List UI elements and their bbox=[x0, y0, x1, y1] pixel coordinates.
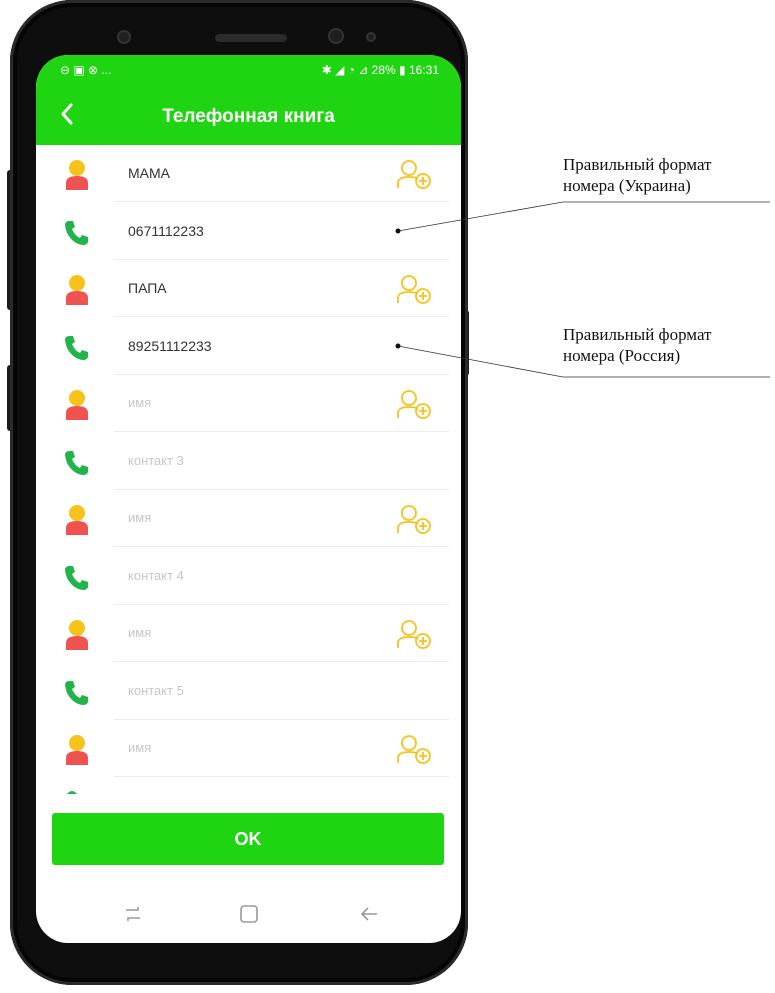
leader-dot-russia bbox=[395, 343, 401, 349]
leader-line-ukraine bbox=[397, 201, 564, 232]
annotation-leaders bbox=[395, 201, 770, 378]
leader-dot-ukraine bbox=[395, 228, 401, 234]
leader-line-russia bbox=[397, 345, 564, 378]
